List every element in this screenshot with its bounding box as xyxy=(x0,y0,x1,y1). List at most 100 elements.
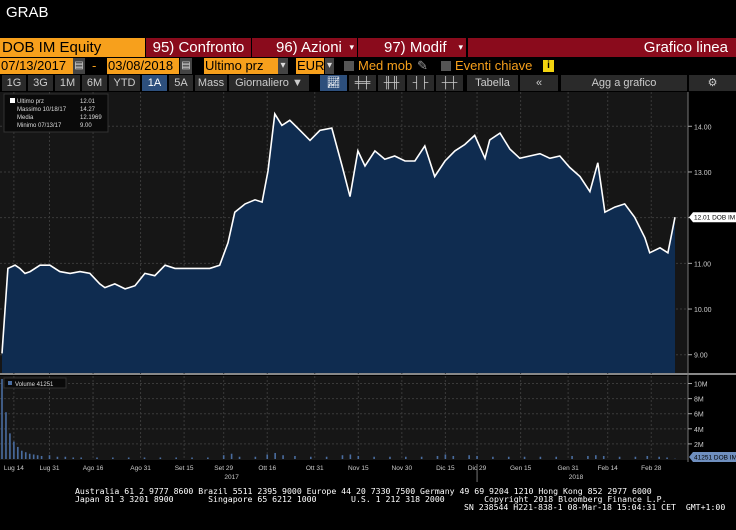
ohlc-icon[interactable]: ┤├ xyxy=(407,75,434,91)
volume-legend-label: Volume 41251 xyxy=(15,382,54,388)
toolbar: 1G 3G 1M 6M YTD 1A 5A Mass Giornaliero ▼… xyxy=(0,75,736,91)
volume-bar xyxy=(13,441,15,459)
frequency-select[interactable]: Giornaliero ▼ xyxy=(229,75,309,91)
period-6m[interactable]: 6M xyxy=(82,75,107,91)
bar-chart-icon[interactable]: ╫╫ xyxy=(378,75,405,91)
volume-bar xyxy=(405,456,407,459)
collapse-button[interactable]: « xyxy=(520,75,558,91)
volume-bar xyxy=(634,456,637,459)
y-tick-label: 13.00 xyxy=(694,170,712,177)
price-chart[interactable]: 9.0010.0011.0012.0013.0014.002M4M6M8M10M… xyxy=(0,92,736,492)
x-tick-label: Ott 16 xyxy=(258,465,276,472)
volume-tick-label: 10M xyxy=(694,382,708,389)
info-icon[interactable]: i xyxy=(543,60,554,72)
calendar-icon[interactable]: ▤ xyxy=(180,58,192,74)
legend-last-value: 12.01 xyxy=(80,99,96,105)
modify-label: 97) Modif xyxy=(384,39,447,56)
volume-bar xyxy=(325,456,328,459)
volume-bar xyxy=(666,457,668,459)
volume-bar xyxy=(349,454,352,459)
legend-high-value: 14.27 xyxy=(80,107,96,113)
period-1a[interactable]: 1A xyxy=(142,75,167,91)
y-tick-label: 14.00 xyxy=(694,124,712,131)
settings-icon[interactable]: ⚙ xyxy=(689,75,736,91)
chevron-down-icon[interactable]: ▾ xyxy=(278,58,288,74)
modify-menu[interactable]: 97) Modif ▾ xyxy=(358,38,466,57)
start-date-input[interactable]: 07/13/2017 xyxy=(0,58,73,74)
period-max[interactable]: Mass xyxy=(195,75,227,91)
volume-bar xyxy=(238,456,241,459)
volume-bar xyxy=(9,433,11,459)
legend-low-label: Minimo 07/13/17 xyxy=(17,123,62,129)
calendar-icon[interactable]: ▤ xyxy=(73,58,85,74)
x-tick-label: Nov 15 xyxy=(348,465,369,472)
x-tick-label: Gen 31 xyxy=(557,465,579,472)
legend-low-value: 9.00 xyxy=(80,123,92,129)
hlc-icon[interactable]: ┼┼ xyxy=(436,75,463,91)
compare-button[interactable]: 95) Confronto xyxy=(146,38,251,57)
volume-bar xyxy=(587,455,589,459)
volume-bar xyxy=(207,457,209,459)
date-separator: - xyxy=(92,58,97,73)
volume-bar xyxy=(40,455,43,459)
field-select[interactable]: Ultimo prz xyxy=(204,58,278,74)
volume-bar xyxy=(571,455,573,459)
pencil-icon[interactable]: ✎ xyxy=(417,58,428,74)
line-chart-icon[interactable]: 📈︎ xyxy=(320,75,347,91)
chevron-down-icon: ▾ xyxy=(349,42,354,52)
volume-bar xyxy=(80,457,82,459)
volume-bar xyxy=(72,457,75,459)
volume-bar xyxy=(357,455,360,459)
volume-bar xyxy=(48,455,51,459)
volume-bar xyxy=(5,412,7,459)
actions-menu[interactable]: 96) Azioni ▾ xyxy=(252,38,357,57)
end-date-input[interactable]: 03/08/2018 xyxy=(107,58,179,74)
chevron-down-icon: ▾ xyxy=(458,42,463,52)
volume-bar xyxy=(112,457,114,459)
controls-bar: 07/13/2017 ▤ - 03/08/2018 ▤ Ultimo prz ▾… xyxy=(0,58,736,74)
volume-bar xyxy=(507,456,510,459)
volume-bar xyxy=(436,455,439,459)
volume-tick-label: 8M xyxy=(694,397,704,404)
volume-bar xyxy=(64,456,67,459)
x-tick-label: Ago 31 xyxy=(130,465,151,472)
add-to-chart-button[interactable]: Agg a grafico xyxy=(561,75,687,91)
moving-average-checkbox[interactable] xyxy=(344,61,354,71)
period-1g[interactable]: 1G xyxy=(2,75,26,91)
year-label: 2018 xyxy=(569,474,584,481)
volume-bar xyxy=(539,456,542,459)
x-tick-label: Feb 28 xyxy=(641,465,662,472)
moving-average-label: Med mob xyxy=(358,58,413,73)
volume-bar xyxy=(476,455,478,459)
volume-bar xyxy=(555,456,558,459)
candlestick-icon[interactable]: ╪╪ xyxy=(349,75,376,91)
footer-line-3: SN 238544 H221-838-1 08-Mar-18 15:04:31 … xyxy=(464,502,726,512)
currency-select[interactable]: EUR xyxy=(296,58,324,74)
x-tick-label: Lug 31 xyxy=(40,465,60,472)
period-5a[interactable]: 5A xyxy=(169,75,193,91)
period-ytd[interactable]: YTD xyxy=(109,75,140,91)
volume-bar xyxy=(646,455,649,459)
volume-bar xyxy=(266,454,269,459)
volume-bar xyxy=(159,457,162,459)
legend-average-value: 12.1969 xyxy=(80,115,102,121)
actions-label: 96) Azioni xyxy=(276,39,342,56)
chart-type-label[interactable]: Grafico linea xyxy=(468,38,736,57)
key-events-checkbox[interactable] xyxy=(441,61,451,71)
legend-last-label: Ultimo prz xyxy=(17,99,44,105)
volume-bar xyxy=(24,452,27,459)
volume-tick-label: 4M xyxy=(694,427,704,434)
period-3g[interactable]: 3G xyxy=(28,75,53,91)
period-1m[interactable]: 1M xyxy=(55,75,80,91)
volume-bar xyxy=(658,456,660,459)
legend-high-label: Massimo 10/18/17 xyxy=(17,107,67,113)
volume-bar xyxy=(602,455,605,459)
volume-bar xyxy=(143,457,146,459)
table-button[interactable]: Tabella xyxy=(467,75,518,91)
chevron-down-icon[interactable]: ▾ xyxy=(325,58,334,74)
volume-bar xyxy=(274,452,276,459)
volume-bar xyxy=(127,457,130,459)
legend-average-label: Media xyxy=(17,115,34,121)
volume-bar xyxy=(294,455,296,459)
ticker-field[interactable]: DOB IM Equity xyxy=(0,38,145,57)
